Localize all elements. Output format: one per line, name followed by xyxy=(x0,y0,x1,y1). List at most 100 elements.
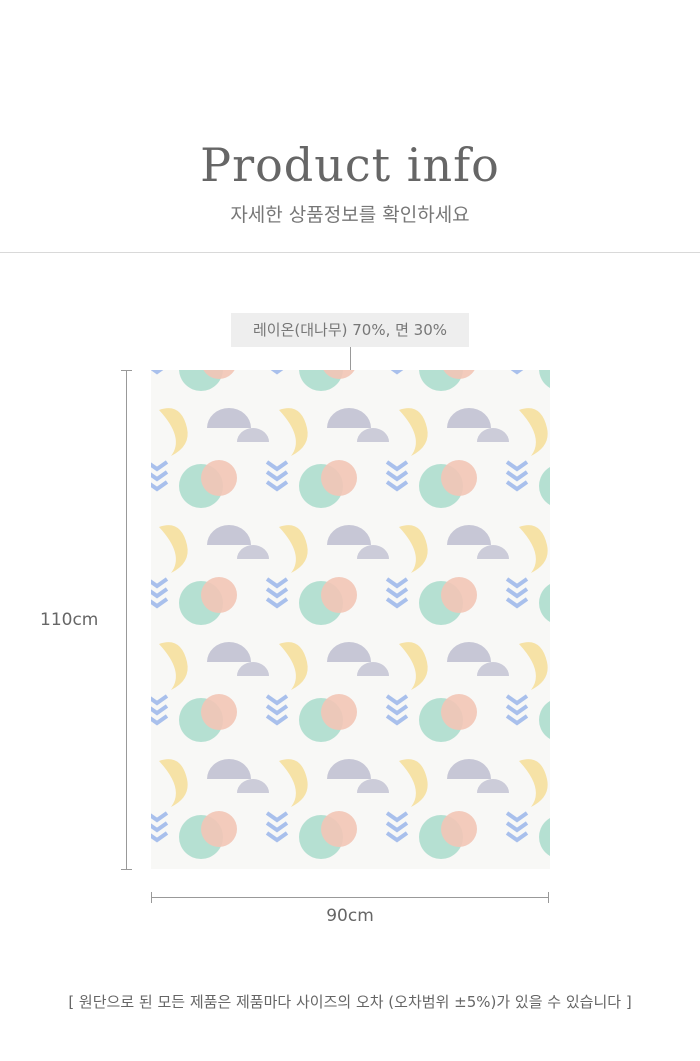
pattern-yellow-crescent xyxy=(159,759,188,807)
pattern-dome-large xyxy=(447,525,491,545)
pattern-blue-chevron xyxy=(505,704,529,716)
width-label: 90cm xyxy=(326,906,374,926)
material-label: 레이온(대나무) 70%, 면 30% xyxy=(231,313,469,347)
pattern-blue-chevron xyxy=(505,714,529,726)
pattern-dome-small xyxy=(357,428,389,442)
pattern-blue-chevron xyxy=(505,831,529,843)
pattern-yellow-crescent xyxy=(279,642,308,690)
pattern-coral-circle xyxy=(321,577,357,613)
pattern-blue-chevron xyxy=(510,370,524,375)
pattern-coral-circle xyxy=(201,460,237,496)
pattern-blue-chevron xyxy=(385,704,409,716)
pattern-dome-small xyxy=(237,662,269,676)
width-dimension-line xyxy=(151,897,549,898)
height-dimension-tick-top xyxy=(121,370,132,371)
pattern-blue-chevron xyxy=(385,460,409,472)
pattern-yellow-crescent xyxy=(399,408,428,456)
pattern-blue-chevron xyxy=(505,587,529,599)
pattern-blue-chevron xyxy=(390,370,404,375)
pattern-dome-large xyxy=(447,759,491,779)
pattern-dome-large xyxy=(447,642,491,662)
pattern-coral-circle xyxy=(441,577,477,613)
pattern-blue-chevron xyxy=(151,704,169,716)
pattern-blue-chevron xyxy=(385,587,409,599)
pattern-dome-small xyxy=(477,662,509,676)
pattern-coral-circle xyxy=(441,811,477,847)
pattern-dome-large xyxy=(207,525,251,545)
pattern-blue-chevron xyxy=(151,597,169,609)
pattern-dome-small xyxy=(357,662,389,676)
pattern-blue-chevron xyxy=(151,811,169,823)
pattern-yellow-crescent xyxy=(279,408,308,456)
pattern-yellow-crescent xyxy=(519,525,548,573)
pattern-dome-large xyxy=(207,759,251,779)
pattern-blue-chevron xyxy=(265,470,289,482)
pattern-mint-circle xyxy=(539,700,550,740)
pattern-blue-chevron xyxy=(151,370,164,375)
pattern-dome-large xyxy=(327,525,371,545)
pattern-blue-chevron xyxy=(505,480,529,492)
pattern-coral-circle xyxy=(321,460,357,496)
fabric-image xyxy=(151,370,550,869)
pattern-dome-large xyxy=(327,642,371,662)
pattern-coral-circle xyxy=(201,694,237,730)
pattern-blue-chevron xyxy=(265,460,289,472)
pattern-blue-chevron xyxy=(151,577,169,589)
pattern-blue-chevron xyxy=(385,821,409,833)
pattern-blue-chevron xyxy=(151,480,169,492)
pattern-blue-chevron xyxy=(505,470,529,482)
pattern-dome-large xyxy=(327,408,371,428)
pattern-blue-chevron xyxy=(151,714,169,726)
pattern-blue-chevron xyxy=(265,821,289,833)
width-dimension-tick-left xyxy=(151,892,152,903)
header-divider xyxy=(0,252,700,253)
pattern-blue-chevron xyxy=(505,811,529,823)
pattern-yellow-crescent xyxy=(159,408,188,456)
pattern-yellow-crescent xyxy=(519,759,548,807)
pattern-yellow-crescent xyxy=(159,525,188,573)
pattern-dome-small xyxy=(357,545,389,559)
pattern-coral-circle xyxy=(201,811,237,847)
pattern-yellow-crescent xyxy=(279,759,308,807)
pattern-blue-chevron xyxy=(265,577,289,589)
pattern-mint-circle xyxy=(539,466,550,506)
pattern-blue-chevron xyxy=(385,831,409,843)
pattern-dome-small xyxy=(477,545,509,559)
pattern-yellow-crescent xyxy=(399,642,428,690)
pattern-yellow-crescent xyxy=(399,525,428,573)
pattern-blue-chevron xyxy=(265,704,289,716)
pattern-dome-large xyxy=(207,408,251,428)
pattern-mint-circle xyxy=(539,583,550,623)
pattern-dome-large xyxy=(327,759,371,779)
pattern-yellow-crescent xyxy=(399,759,428,807)
pattern-dome-small xyxy=(237,779,269,793)
pattern-blue-chevron xyxy=(151,587,169,599)
pattern-yellow-crescent xyxy=(519,408,548,456)
pattern-dome-small xyxy=(477,779,509,793)
pattern-blue-chevron xyxy=(265,831,289,843)
pattern-blue-chevron xyxy=(151,821,169,833)
pattern-yellow-crescent xyxy=(159,642,188,690)
pattern-dome-small xyxy=(237,428,269,442)
height-dimension-tick-bottom xyxy=(121,869,132,870)
height-label: 110cm xyxy=(40,610,99,630)
pattern-blue-chevron xyxy=(270,370,284,375)
size-tolerance-notice: [ 원단으로 된 모든 제품은 제품마다 사이즈의 오차 (오차범위 ±5%)가… xyxy=(68,993,632,1011)
pattern-blue-chevron xyxy=(385,480,409,492)
pattern-mint-circle xyxy=(539,370,550,389)
pattern-blue-chevron xyxy=(505,597,529,609)
page-subtitle: 자세한 상품정보를 확인하세요 xyxy=(230,204,470,226)
pattern-blue-chevron xyxy=(265,714,289,726)
pattern-yellow-crescent xyxy=(279,525,308,573)
pattern-blue-chevron xyxy=(505,577,529,589)
pattern-blue-chevron xyxy=(151,470,169,482)
pattern-blue-chevron xyxy=(265,597,289,609)
page-title: Product info xyxy=(200,138,500,192)
pattern-dome-small xyxy=(477,428,509,442)
pattern-dome-large xyxy=(447,408,491,428)
pattern-blue-chevron xyxy=(151,460,169,472)
pattern-coral-circle xyxy=(201,577,237,613)
pattern-coral-circle xyxy=(321,811,357,847)
pattern-blue-chevron xyxy=(505,460,529,472)
pattern-dome-small xyxy=(357,779,389,793)
